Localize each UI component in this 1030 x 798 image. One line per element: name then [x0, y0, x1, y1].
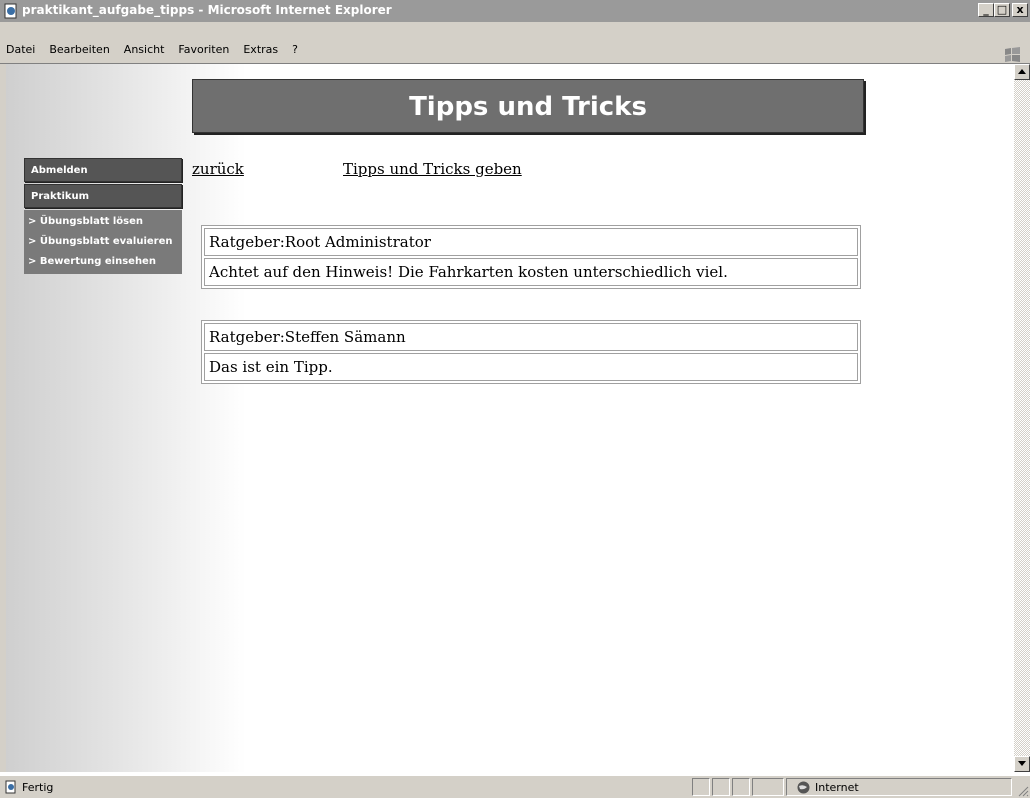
menu-list: Datei Bearbeiten Ansicht Favoriten Extra…: [6, 43, 312, 56]
resize-grip-icon[interactable]: [1017, 785, 1029, 797]
praktikum-submenu: > Übungsblatt lösen > Übungsblatt evalui…: [24, 210, 182, 274]
back-link[interactable]: zurück: [192, 160, 244, 178]
vertical-scrollbar[interactable]: [1014, 64, 1030, 772]
tip-advisor: Ratgeber:Steffen Sämann: [204, 323, 858, 351]
side-navigation: Abmelden Praktikum > Übungsblatt lösen >…: [24, 158, 182, 274]
page-banner: Tipps und Tricks: [192, 79, 864, 133]
menu-bearbeiten[interactable]: Bearbeiten: [49, 43, 109, 56]
scroll-up-button[interactable]: [1014, 64, 1030, 80]
scroll-down-button[interactable]: [1014, 756, 1030, 772]
menu-datei[interactable]: Datei: [6, 43, 35, 56]
page-content: Tipps und Tricks Abmelden Praktikum > Üb…: [6, 64, 1014, 772]
status-bar: Fertig Internet: [0, 775, 1030, 798]
tip-card: Ratgeber:Root Administrator Achtet auf d…: [201, 225, 861, 289]
tip-advisor: Ratgeber:Root Administrator: [204, 228, 858, 256]
security-zone: Internet: [786, 778, 1012, 796]
maximize-button[interactable]: □: [994, 3, 1010, 17]
nav-link-view-grading[interactable]: > Bewertung einsehen: [24, 252, 182, 272]
nav-link-evaluate-sheet[interactable]: > Übungsblatt evaluieren: [24, 232, 182, 252]
arrow-down-icon: [1018, 761, 1026, 766]
windows-logo-icon: [1005, 47, 1020, 62]
status-panel: [732, 778, 750, 796]
tip-card: Ratgeber:Steffen Sämann Das ist ein Tipp…: [201, 320, 861, 384]
menu-ansicht[interactable]: Ansicht: [124, 43, 165, 56]
page-title: Tipps und Tricks: [409, 92, 647, 122]
menu-bar: Datei Bearbeiten Ansicht Favoriten Extra…: [0, 22, 1030, 64]
arrow-up-icon: [1018, 69, 1026, 74]
nav-link-solve-sheet[interactable]: > Übungsblatt lösen: [24, 212, 182, 232]
zone-label: Internet: [815, 781, 859, 794]
tip-text: Das ist ein Tipp.: [204, 353, 858, 381]
ie-page-icon: [4, 3, 17, 19]
menu-favoriten[interactable]: Favoriten: [178, 43, 229, 56]
minimize-button[interactable]: _: [978, 3, 994, 17]
window-controls: _ □ x: [978, 3, 1028, 17]
give-tips-link-wrap: Tipps und Tricks geben: [343, 160, 522, 178]
close-button[interactable]: x: [1012, 3, 1028, 17]
menu-extras[interactable]: Extras: [243, 43, 278, 56]
logout-button[interactable]: Abmelden: [24, 158, 182, 182]
window-title: praktikant_aufgabe_tipps - Microsoft Int…: [22, 3, 392, 17]
tip-text: Achtet auf den Hinweis! Die Fahrkarten k…: [204, 258, 858, 286]
document-icon: [5, 780, 16, 794]
title-bar: praktikant_aufgabe_tipps - Microsoft Int…: [0, 0, 1030, 22]
status-panel: [752, 778, 784, 796]
status-panel: [712, 778, 730, 796]
status-text: Fertig: [22, 781, 54, 794]
praktikum-button[interactable]: Praktikum: [24, 184, 182, 208]
give-tips-link[interactable]: Tipps und Tricks geben: [343, 160, 522, 178]
menu-help[interactable]: ?: [292, 43, 298, 56]
status-panel: [692, 778, 710, 796]
globe-icon: [797, 781, 810, 794]
back-link-wrap: zurück: [192, 160, 244, 178]
